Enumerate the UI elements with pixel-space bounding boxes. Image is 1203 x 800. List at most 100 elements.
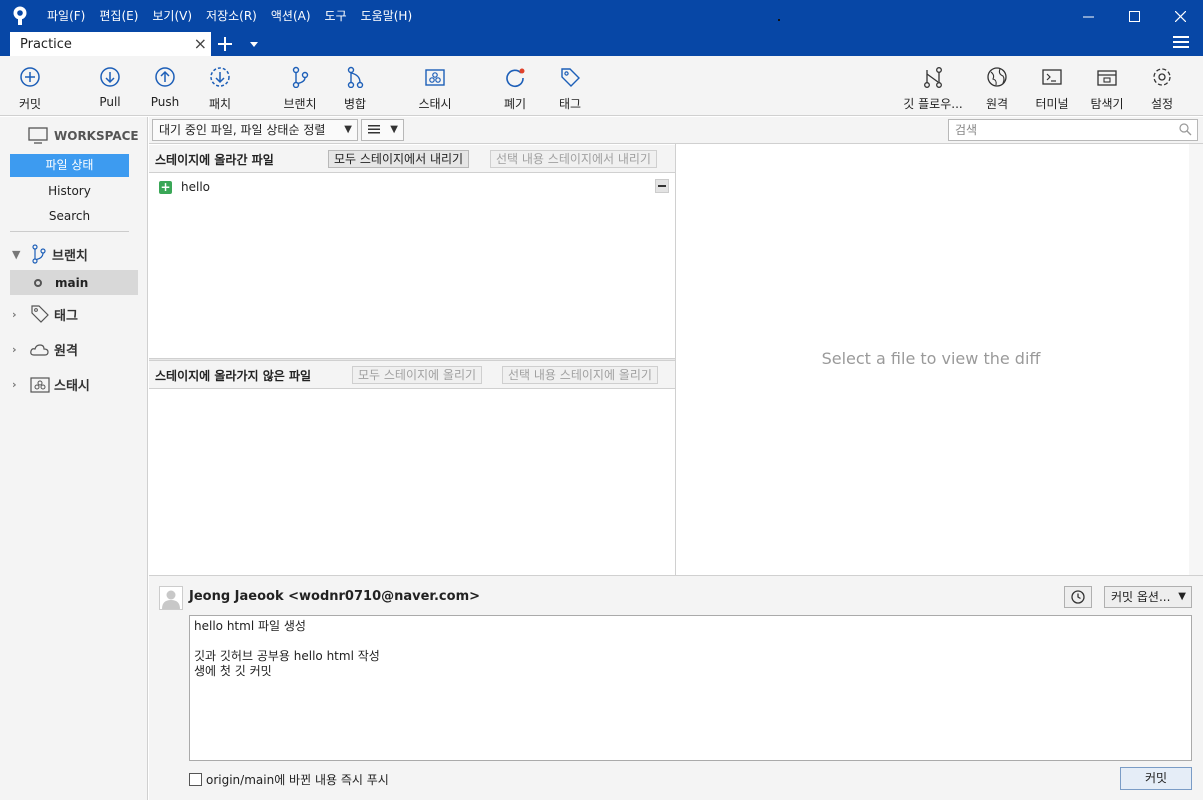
file-filter-value: 대기 중인 파일, 파일 상태순 정렬 [159,123,326,137]
menu-actions[interactable]: 액션(A) [264,0,318,32]
branch-icon [30,244,48,264]
tab-list-dropdown[interactable] [246,32,262,56]
chevron-right-icon: › [12,378,17,391]
tags-label: 태그 [54,308,78,324]
file-filter-dropdown[interactable]: 대기 중인 파일, 파일 상태순 정렬 ▼ [152,119,358,141]
merge-icon [323,64,387,90]
tag-label: 태그 [558,97,582,111]
stage-all-button[interactable]: 모두 스테이지에 올리기 [352,366,483,384]
close-window-button[interactable] [1157,0,1203,32]
minimize-button[interactable] [1065,0,1111,32]
unstaged-files-list [149,389,675,575]
git-flow-button[interactable]: 깃 플로우... [901,64,965,112]
sidebar-group-tags[interactable]: › 태그 [12,304,78,324]
sourcetree-logo-icon [0,0,40,32]
commit-history-button[interactable] [1064,586,1092,608]
commit-label: 커밋 [18,97,42,111]
chevron-down-icon: ▼ [12,247,21,261]
menu-view[interactable]: 보기(V) [145,0,199,32]
toolbar: 커밋 Pull Push 패치 브랜치 병합 스태시 폐기 태그 깃 플로우..… [0,56,1203,116]
tag-button[interactable]: 태그 [538,64,602,112]
settings-button[interactable]: 설정 [1130,64,1194,112]
maximize-icon [1128,10,1140,22]
stashes-label: 스태시 [54,379,90,394]
workspace-header: WORKSPACE [28,127,139,144]
chevron-right-icon: › [12,343,17,356]
unstage-file-button[interactable] [655,179,669,193]
push-checkbox[interactable] [189,773,202,786]
new-tab-button[interactable] [214,32,236,56]
tab-bar: Practice × [0,32,1203,56]
maximize-button[interactable] [1111,0,1157,32]
unstaged-files-title: 스테이지에 올라가지 않은 파일 [155,369,312,383]
merge-button[interactable]: 병합 [323,64,387,112]
monitor-icon [28,127,48,144]
git-flow-icon [901,64,965,90]
git-flow-label: 깃 플로우... [903,97,963,111]
unstaged-files-header: 스테이지에 올라가지 않은 파일 모두 스테이지에 올리기 선택 내용 스테이지… [149,361,675,389]
sidebar-group-stashes[interactable]: › 스태시 [12,375,90,394]
search-icon [1179,123,1192,136]
workspace-title: WORKSPACE [54,128,139,143]
filter-bar: 대기 중인 파일, 파일 상태순 정렬 ▼ ▼ [149,117,1203,144]
unstage-all-button[interactable]: 모두 스테이지에서 내리기 [328,150,470,168]
menu-bar: 파일(F) 편집(E) 보기(V) 저장소(R) 액션(A) 도구 도움말(H) [40,0,419,32]
diff-view: Select a file to view the diff [676,144,1203,575]
branch-main-label: main [55,275,89,290]
menu-tools[interactable]: 도구 [318,0,354,32]
cloud-icon [30,343,50,357]
sidebar-item-file-status[interactable]: 파일 상태 [10,154,129,177]
file-added-icon: + [159,179,172,194]
stash-box-icon [403,64,467,90]
stash-button[interactable]: 스태시 [403,64,467,112]
menu-file[interactable]: 파일(F) [40,0,92,32]
sidebar-group-remotes[interactable]: › 원격 [12,340,78,359]
commit-options-dropdown[interactable]: 커밋 옵션... ▼ [1104,586,1192,608]
list-view-icon [368,125,380,134]
menu-repository[interactable]: 저장소(R) [199,0,264,32]
tab-close-icon[interactable]: × [194,34,207,54]
diff-scrollbar[interactable] [1189,144,1203,575]
sidebar-item-history[interactable]: History [10,180,129,203]
tab-title: Practice [20,36,72,52]
remotes-label: 원격 [54,344,78,359]
search-input[interactable] [948,119,1198,141]
clock-icon [1071,590,1085,604]
stray-dot [778,19,780,21]
sidebar-group-branches[interactable]: ▼ 브랜치 [12,244,88,264]
title-bar: 파일(F) 편집(E) 보기(V) 저장소(R) 액션(A) 도구 도움말(H) [0,0,1203,32]
user-avatar-icon [160,587,182,609]
chevron-right-icon: › [12,307,17,321]
list-item[interactable]: + hello [159,179,669,195]
commit-message-input[interactable]: hello html 파일 생성 깃과 깃허브 공부용 hello html 작… [189,615,1192,761]
commit-author: Jeong Jaeook <wodnr0710@naver.com> [189,589,481,604]
current-branch-circle-icon [34,278,42,287]
minimize-icon [1082,16,1094,17]
sidebar-item-branch-main[interactable]: main [10,270,138,295]
staged-files-title: 스테이지에 올라간 파일 [155,153,274,167]
menu-help[interactable]: 도움말(H) [354,0,420,32]
tab-practice[interactable]: Practice × [10,32,211,56]
staged-files-list: + hello [149,173,675,358]
sidebar: WORKSPACE 파일 상태 History Search ▼ 브랜치 mai… [0,117,148,800]
fetch-button[interactable]: 패치 [188,64,252,112]
commit-plus-icon [0,64,62,90]
chevron-down-icon: ▼ [1178,591,1186,602]
push-checkbox-label: origin/main에 바뀐 내용 즉시 푸시 [206,773,389,787]
commit-toolbar-button[interactable]: 커밋 [0,64,62,112]
commit-area: Jeong Jaeook <wodnr0710@naver.com> 커밋 옵션… [149,575,1203,800]
caret-down-icon [250,41,258,47]
avatar [159,586,183,610]
hamburger-menu-icon[interactable] [1173,35,1191,53]
sidebar-item-search[interactable]: Search [10,205,129,228]
view-mode-dropdown[interactable]: ▼ [361,119,404,141]
stash-box-icon [30,376,50,394]
push-immediately-option[interactable]: origin/main에 바뀐 내용 즉시 푸시 [189,771,389,788]
stash-label: 스태시 [418,97,452,111]
menu-edit[interactable]: 편집(E) [92,0,145,32]
commit-button[interactable]: 커밋 [1120,767,1192,790]
stage-selected-button[interactable]: 선택 내용 스테이지에 올리기 [502,366,658,384]
unstage-selected-button[interactable]: 선택 내용 스테이지에서 내리기 [490,150,657,168]
chevron-down-icon: ▼ [390,124,398,135]
tag-icon [30,304,50,324]
